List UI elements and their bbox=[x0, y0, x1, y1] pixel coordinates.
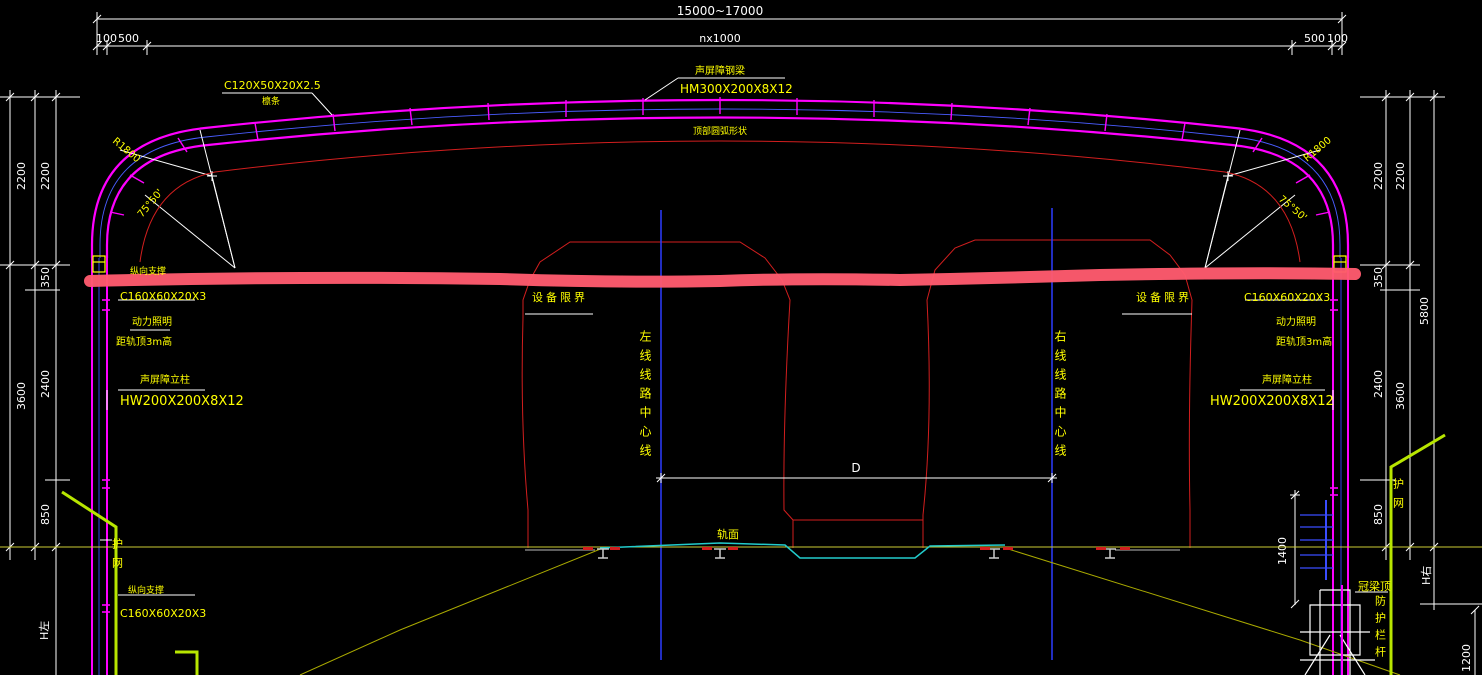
parapet-label: 防护栏杆 bbox=[1374, 594, 1387, 663]
dim-left-500: 500 bbox=[118, 32, 139, 45]
dim-right-100: 100 bbox=[1327, 32, 1348, 45]
column-right-spec: HW200X200X8X12 bbox=[1210, 394, 1334, 409]
steel-roof-frame bbox=[90, 98, 1350, 675]
right-1400: 1400 bbox=[1276, 537, 1289, 565]
left-350: 350 bbox=[39, 267, 52, 288]
crown-beam-label: 冠梁顶 bbox=[1358, 579, 1391, 593]
right-5800: 5800 bbox=[1418, 297, 1431, 325]
beam-spec-label: HM300X200X8X12 bbox=[680, 82, 793, 96]
embankment-left bbox=[299, 547, 604, 675]
right-1200: 1200 bbox=[1460, 644, 1473, 672]
span-dimension bbox=[656, 473, 1057, 483]
rail-top-label: 轨面 bbox=[717, 527, 739, 541]
dim-total-text: 15000~17000 bbox=[677, 4, 763, 18]
angle-right-label: 75°50' bbox=[1276, 194, 1309, 224]
equip-left-label: 设备限界 bbox=[532, 290, 588, 304]
purlin-name-label: 檩条 bbox=[262, 95, 280, 107]
right-2400: 2400 bbox=[1372, 370, 1385, 398]
left-h: H左 bbox=[38, 621, 51, 640]
rail-height-left: 距轨顶3m高 bbox=[116, 335, 172, 348]
node-markers bbox=[207, 171, 1233, 483]
right-2200-a: 2200 bbox=[1372, 162, 1385, 190]
brace-right-spec: C160X60X20X3 bbox=[1244, 291, 1330, 304]
right-850: 850 bbox=[1372, 504, 1385, 525]
equip-right-label: 设备限界 bbox=[1136, 290, 1192, 304]
right-guard-net bbox=[1389, 433, 1446, 675]
guard-nets bbox=[61, 433, 1446, 675]
left-850: 850 bbox=[39, 504, 52, 525]
lower-brace-spec: C160X60X20X3 bbox=[120, 607, 206, 620]
right-center-label: 右线线路中心线 bbox=[1053, 329, 1067, 463]
column-left-label: 声屏障立柱 bbox=[140, 373, 190, 386]
dim-spacing-text: nx1000 bbox=[699, 32, 740, 45]
right-h: H右 bbox=[1419, 566, 1433, 585]
ground-lines bbox=[0, 542, 1482, 675]
rail-height-right: 距轨顶3m高 bbox=[1276, 335, 1332, 348]
span-d-label: D bbox=[851, 461, 860, 475]
purlin-spec-label: C120X50X20X2.5 bbox=[224, 79, 321, 92]
left-center-label: 左线线路中心线 bbox=[638, 329, 652, 463]
leader-lines bbox=[106, 77, 1388, 596]
beam-name-label: 声屏障钢梁 bbox=[695, 64, 745, 77]
left-vertical-dims bbox=[0, 90, 80, 560]
left-equipment-envelope bbox=[521, 241, 794, 548]
lower-brace-label: 纵向支撑 bbox=[128, 584, 164, 596]
right-3600: 3600 bbox=[1394, 382, 1407, 410]
bottom-left-bracket bbox=[175, 650, 199, 675]
right-350: 350 bbox=[1372, 267, 1385, 288]
arc-surface-line bbox=[139, 140, 1301, 263]
guard-left-label: 护网 bbox=[111, 537, 124, 576]
power-right-label: 动力照明 bbox=[1276, 315, 1316, 328]
dim-right-500: 500 bbox=[1304, 32, 1325, 45]
roof-inner-line bbox=[105, 116, 1335, 258]
left-2200-b: 2200 bbox=[39, 162, 52, 190]
left-2400: 2400 bbox=[39, 370, 52, 398]
column-marks bbox=[102, 299, 1338, 613]
highlight-stroke bbox=[84, 267, 1361, 288]
clearance-outlines bbox=[139, 140, 1301, 548]
guard-right-label: 护网 bbox=[1392, 477, 1405, 516]
power-left-label: 动力照明 bbox=[132, 315, 172, 328]
right-2200-b: 2200 bbox=[1394, 162, 1407, 190]
purlin-marks bbox=[109, 97, 1331, 216]
brace-left-spec: C160X60X20X3 bbox=[120, 290, 206, 303]
rail-symbols bbox=[597, 548, 1116, 559]
dim-left-100: 100 bbox=[96, 32, 117, 45]
column-left-spec: HW200X200X8X12 bbox=[120, 394, 244, 409]
arc-surface-label: 顶部圆弧形状 bbox=[693, 125, 747, 137]
left-3600: 3600 bbox=[15, 382, 28, 410]
brace-left-label: 纵向支撑 bbox=[130, 265, 166, 277]
cad-drawing-canvas[interactable]: 15000~17000 nx1000 100 500 500 100 2200 … bbox=[0, 0, 1482, 675]
roof-outer-line bbox=[90, 98, 1350, 258]
column-right-label: 声屏障立柱 bbox=[1262, 373, 1312, 386]
labels: C120X50X20X2.5 檩条 声屏障钢梁 HM300X200X8X12 顶… bbox=[110, 64, 1404, 663]
left-2200-a: 2200 bbox=[15, 162, 28, 190]
